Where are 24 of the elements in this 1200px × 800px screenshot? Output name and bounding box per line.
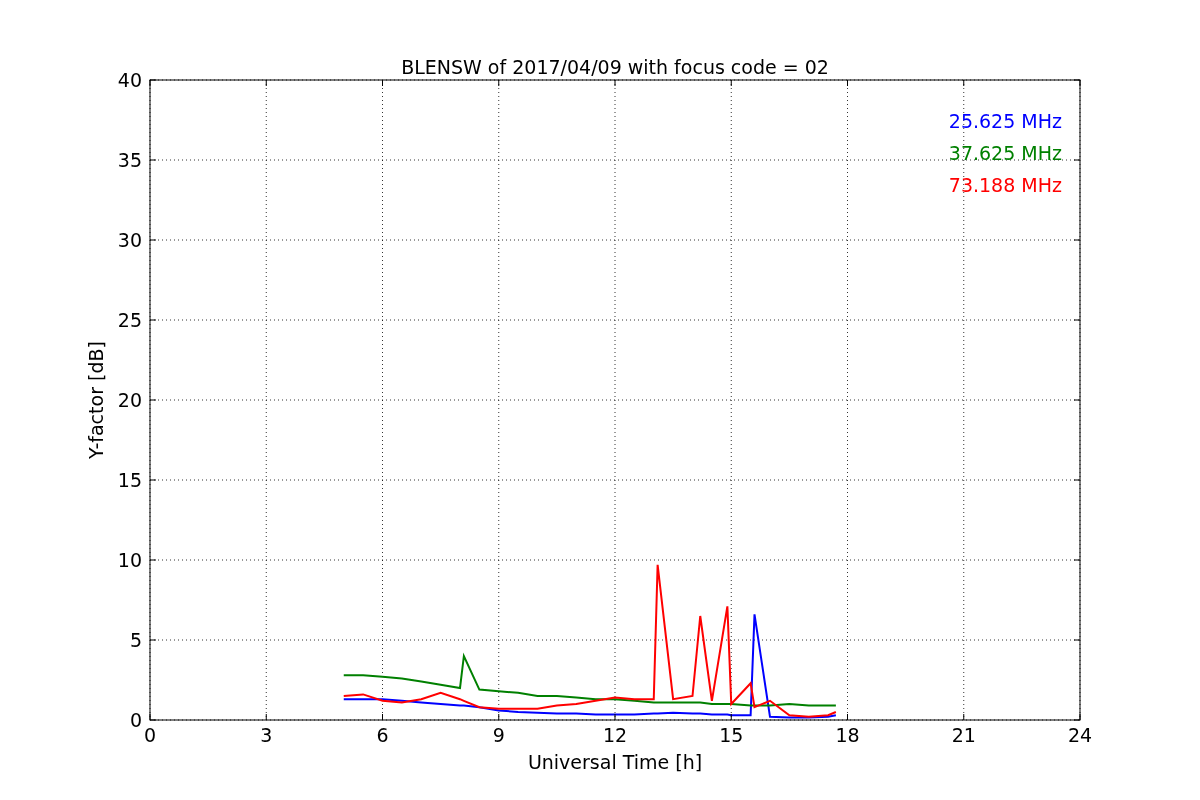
tick-label: 5 (129, 629, 142, 651)
tick-label: 12 (602, 724, 628, 746)
tick-label: 35 (117, 149, 142, 171)
tick-label: 40 (117, 69, 142, 91)
tick-label: 18 (835, 724, 860, 746)
tick-label: 3 (260, 724, 273, 746)
tick-label: 0 (129, 709, 142, 731)
tick-label: 25 (117, 309, 142, 331)
chart-title: BLENSW of 2017/04/09 with focus code = 02 (401, 56, 829, 78)
tick-label: 0 (143, 724, 157, 746)
y-axis-label: Y-factor [dB] (85, 341, 107, 459)
legend-label: 73.188 MHz (948, 174, 1062, 196)
tick-label: 9 (492, 724, 505, 746)
tick-label: 20 (117, 389, 142, 411)
tick-label: 15 (719, 724, 744, 746)
legend-label: 25.625 MHz (948, 110, 1062, 132)
tick-label: 10 (117, 549, 142, 571)
tick-label: 6 (376, 724, 389, 746)
tick-label: 24 (1067, 724, 1093, 746)
x-axis-label: Universal Time [h] (527, 751, 703, 773)
tick-label: 30 (117, 229, 142, 251)
legend-label: 37.625 MHz (948, 142, 1062, 164)
tick-label: 15 (117, 469, 142, 491)
tick-label: 21 (951, 724, 976, 746)
